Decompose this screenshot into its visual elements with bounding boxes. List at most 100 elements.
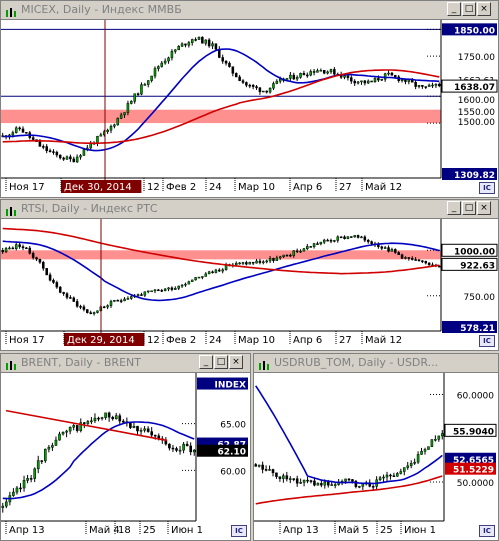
candle — [182, 443, 185, 451]
close-button[interactable]: × — [229, 355, 243, 369]
candle — [409, 463, 413, 467]
rtsi-title: RTSI, Daily - Индекс РТС — [21, 202, 158, 215]
candle — [350, 236, 353, 238]
candle — [119, 300, 123, 302]
candle — [371, 486, 375, 488]
brent-window[interactable]: BRENT, Daily - BRENT _ □ × INDEX 65.00 62.… — [0, 353, 251, 541]
candle — [146, 80, 150, 85]
usdrub-chart[interactable]: 60.000055.904052.656551.522950.0000Апр 1… — [254, 373, 498, 541]
candle — [52, 279, 55, 283]
candle — [427, 262, 431, 266]
candle — [302, 479, 306, 483]
rtsi-chart[interactable]: 1000.00 922.63 750.00 578.21 Ноя 17 Дек 29, 2… — [1, 219, 498, 351]
candle — [194, 277, 197, 281]
candle — [26, 478, 29, 481]
candle — [380, 78, 384, 81]
candle — [163, 288, 167, 291]
candle — [58, 154, 62, 159]
candle — [394, 249, 397, 253]
candle — [160, 290, 164, 292]
micex-title-bar[interactable]: MICEX, Daily - Индекс ММВБ _ □ × — [1, 1, 498, 20]
ma-fast-line — [2, 240, 440, 302]
time-label: 12 — [147, 182, 160, 193]
price-label: INDEX — [215, 381, 246, 391]
candle — [323, 481, 327, 486]
indicator-button[interactable]: IC — [479, 525, 495, 537]
candle — [343, 75, 346, 78]
candle — [192, 449, 196, 453]
brent-title-bar[interactable]: BRENT, Daily - BRENT _ □ × — [1, 354, 250, 373]
time-label: 25 — [380, 525, 393, 536]
candle — [82, 306, 86, 310]
candle — [254, 464, 258, 467]
candle — [72, 158, 76, 163]
candle — [378, 477, 382, 481]
candle — [363, 236, 367, 241]
candle — [275, 80, 279, 84]
candle — [204, 273, 208, 277]
candle — [389, 474, 392, 477]
close-button[interactable]: × — [477, 201, 491, 215]
candle — [65, 293, 69, 298]
rtsi-window[interactable]: RTSI, Daily - Индекс РТС _ □ × 1000.00 92… — [0, 199, 499, 351]
close-button[interactable]: × — [477, 2, 491, 16]
price-label: 65.00 — [220, 421, 246, 431]
candle — [278, 256, 282, 259]
candle — [72, 425, 75, 428]
candle — [399, 471, 403, 474]
price-label: 1850.00 — [454, 26, 495, 36]
candle — [383, 247, 387, 249]
usdrub-window[interactable]: USDRUB_TOM, Daily - USDR... 60.0000 55.90… — [253, 353, 499, 541]
candle — [413, 461, 416, 464]
candle — [218, 269, 221, 272]
candle — [326, 239, 329, 242]
price-label: 60.0000 — [457, 392, 494, 402]
candle — [83, 422, 86, 424]
candle — [38, 141, 42, 147]
minimize-button[interactable]: _ — [447, 2, 461, 16]
candle — [396, 473, 399, 477]
candle — [75, 301, 79, 307]
maximize-button[interactable]: □ — [462, 201, 476, 215]
candle — [130, 101, 133, 104]
brent-chart[interactable]: INDEX65.0062.8762.1060.00Апр 13Май 41825… — [1, 373, 250, 541]
minimize-button[interactable]: _ — [199, 355, 213, 369]
candle — [86, 421, 90, 424]
candle — [150, 431, 153, 436]
candle — [160, 62, 164, 67]
indicator-button[interactable]: IC — [479, 335, 495, 347]
candle — [116, 118, 120, 126]
candle — [438, 265, 441, 268]
time-label: Апр 13 — [9, 525, 45, 536]
candle — [157, 66, 160, 69]
micex-chart[interactable]: 1850.001750.001662.611638.071600.001550.… — [1, 20, 498, 198]
candle — [12, 491, 15, 496]
candle — [35, 257, 38, 260]
candle — [414, 82, 417, 87]
candle — [353, 235, 356, 238]
candle — [234, 262, 238, 266]
time-label: Апр 13 — [283, 525, 319, 536]
candle — [382, 476, 385, 479]
usdrub-title-bar[interactable]: USDRUB_TOM, Daily - USDR... — [254, 354, 498, 373]
candle — [207, 271, 211, 275]
micex-window[interactable]: MICEX, Daily - Индекс ММВБ _ □ × 1850.00… — [0, 0, 499, 198]
candle — [231, 66, 235, 74]
time-label: Апр 6 — [293, 335, 322, 346]
indicator-button[interactable]: IC — [479, 182, 495, 194]
candle — [282, 254, 285, 258]
candle — [322, 69, 326, 74]
candle — [383, 73, 387, 80]
candle — [45, 268, 48, 276]
maximize-button[interactable]: □ — [214, 355, 228, 369]
minimize-button[interactable]: _ — [447, 201, 461, 215]
candle — [262, 90, 265, 93]
indicator-button[interactable]: IC — [231, 525, 247, 537]
rtsi-title-bar[interactable]: RTSI, Daily - Индекс РТС _ □ × — [1, 200, 498, 219]
candle — [221, 57, 224, 62]
candle — [19, 487, 22, 490]
candle — [241, 262, 245, 264]
maximize-button[interactable]: □ — [462, 2, 476, 16]
time-label: Май 12 — [365, 335, 402, 346]
candle — [312, 243, 316, 247]
